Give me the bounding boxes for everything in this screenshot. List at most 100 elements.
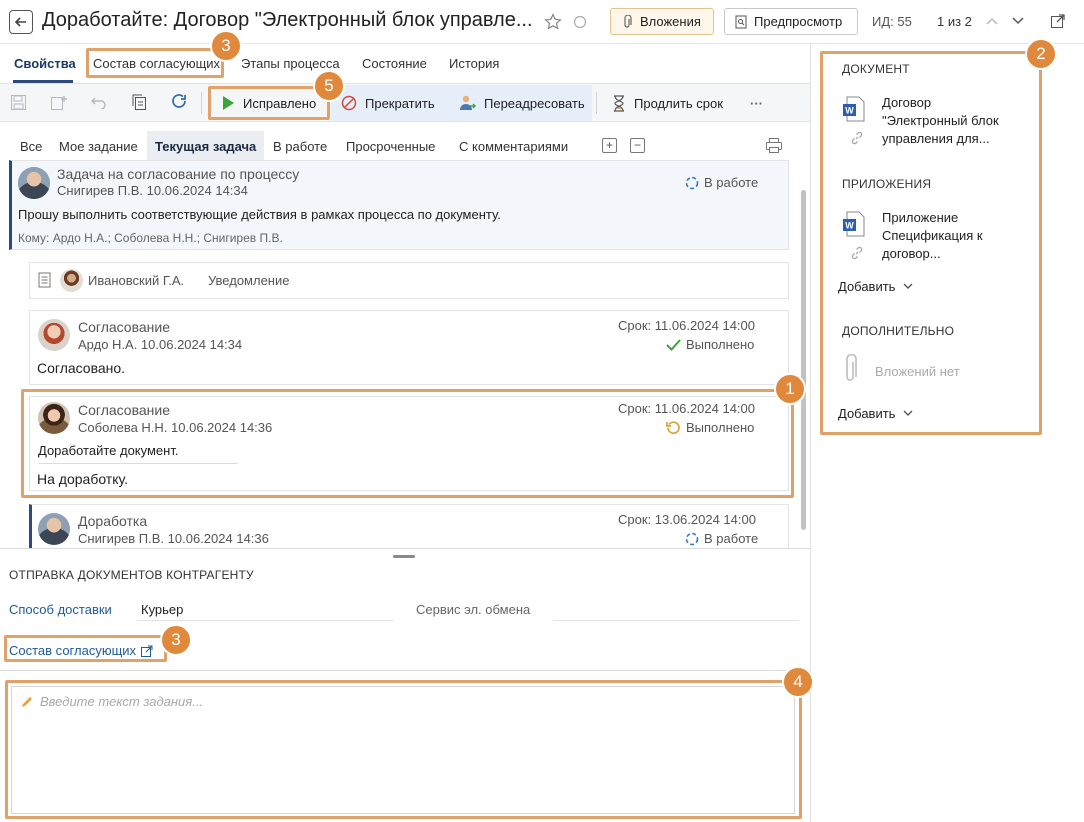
external-link-icon xyxy=(141,645,153,657)
record-id: ИД: 55 xyxy=(872,14,912,29)
approval-status-label: Выполнено xyxy=(686,337,755,352)
approval-quote: Доработайте документ. xyxy=(38,443,179,458)
rework-author-date: Снигирев П.В. 10.06.2024 14:36 xyxy=(78,531,269,546)
forward-button[interactable]: Переадресовать xyxy=(450,86,593,120)
approval-title: Согласование xyxy=(78,319,170,335)
chevron-up-icon[interactable] xyxy=(985,15,999,27)
callout-badge: 5 xyxy=(313,70,345,102)
open-window-icon[interactable] xyxy=(1050,13,1066,29)
filter-all[interactable]: Все xyxy=(12,131,50,161)
save-copy-icon[interactable] xyxy=(50,94,68,111)
add-attachment-label: Добавить xyxy=(838,279,896,294)
splitter xyxy=(0,548,810,549)
back-button[interactable] xyxy=(9,10,33,34)
collapse-all-button[interactable]: − xyxy=(630,138,645,153)
circle-status-icon[interactable] xyxy=(573,15,587,29)
tab-approvers[interactable]: Состав согласующих xyxy=(93,56,220,71)
no-attachments-text: Вложений нет xyxy=(875,364,960,379)
filter-with-comments[interactable]: С комментариями xyxy=(451,131,576,161)
stop-button[interactable]: Прекратить xyxy=(333,86,443,120)
header: Доработайте: Договор "Электронный блок у… xyxy=(0,0,1084,44)
user-forward-icon xyxy=(460,95,476,110)
filter-current-task[interactable]: Текущая задача xyxy=(147,131,265,161)
splitter-handle[interactable] xyxy=(393,555,415,558)
toolbar-separator xyxy=(596,92,597,114)
attachment-name-line: Приложение xyxy=(882,210,959,225)
print-icon[interactable] xyxy=(765,137,783,154)
approval-author-date: Соболева Н.Н. 10.06.2024 14:36 xyxy=(78,420,273,435)
tab-properties[interactable]: Свойства xyxy=(14,56,76,71)
play-icon xyxy=(223,96,234,110)
pager-text: 1 из 2 xyxy=(937,14,972,29)
in-progress-icon xyxy=(685,176,699,189)
document-name-line: управления для... xyxy=(882,131,990,146)
attachment-name[interactable]: Приложение Спецификация к договор... xyxy=(882,209,1022,263)
extend-deadline-button[interactable]: Продлить срок xyxy=(604,86,731,120)
callout-badge: 2 xyxy=(1025,38,1057,70)
star-icon[interactable] xyxy=(544,13,562,31)
avatar xyxy=(18,167,50,199)
approvers-link-label: Состав согласующих xyxy=(9,643,137,658)
approval-status: Выполнено xyxy=(666,420,754,435)
check-icon xyxy=(666,339,681,351)
add-extra-button[interactable]: Добавить xyxy=(838,406,913,421)
filter-overdue[interactable]: Просроченные xyxy=(338,131,443,161)
task-recipients: Кому: Ардо Н.А.; Соболева Н.Н.; Снигирев… xyxy=(18,231,283,245)
extra-section-title: ДОПОЛНИТЕЛЬНО xyxy=(842,324,955,338)
stop-icon xyxy=(341,95,357,111)
add-extra-label: Добавить xyxy=(838,406,896,421)
task-text: Прошу выполнить соответствующие действия… xyxy=(18,207,501,222)
chevron-down-icon[interactable] xyxy=(1011,15,1025,27)
approvers-link[interactable]: Состав согласующих xyxy=(9,643,153,658)
attachment-name-line: Спецификация к xyxy=(882,228,983,243)
task-placeholder-text: Введите текст задания... xyxy=(40,694,204,709)
callout-badge: 1 xyxy=(774,373,806,405)
filter-my-task[interactable]: Мое задание xyxy=(51,131,146,161)
in-progress-icon xyxy=(685,532,699,545)
preview-button[interactable]: Предпросмотр xyxy=(724,8,858,35)
document-icon xyxy=(38,272,51,288)
delivery-field-line xyxy=(137,620,393,621)
approval-author-date: Ардо Н.А. 10.06.2024 14:34 xyxy=(78,337,243,352)
word-document-icon[interactable]: W xyxy=(843,96,865,122)
save-icon[interactable] xyxy=(10,94,27,111)
avatar xyxy=(38,319,70,351)
attachments-button[interactable]: Вложения xyxy=(610,8,714,35)
expand-all-button[interactable]: + xyxy=(602,138,617,153)
tab-process-stages[interactable]: Этапы процесса xyxy=(241,56,340,71)
delivery-method-label: Способ доставки xyxy=(9,602,112,617)
return-icon xyxy=(666,421,680,434)
more-button[interactable]: ··· xyxy=(742,86,771,120)
tab-history[interactable]: История xyxy=(449,56,499,71)
refresh-icon[interactable] xyxy=(170,93,188,111)
approval-status-label: Выполнено xyxy=(686,420,755,435)
avatar xyxy=(60,269,83,292)
forward-label: Переадресовать xyxy=(484,95,585,111)
callout-badge: 3 xyxy=(160,624,192,656)
task-status: В работе xyxy=(685,175,758,190)
fixed-button[interactable]: Исправлено xyxy=(213,86,329,120)
avatar xyxy=(38,513,70,545)
avatar xyxy=(38,402,70,434)
task-status-label: В работе xyxy=(704,175,759,190)
link-icon xyxy=(851,246,863,260)
stop-label: Прекратить xyxy=(365,95,435,111)
undo-icon[interactable] xyxy=(90,95,108,109)
tab-state[interactable]: Состояние xyxy=(362,56,427,71)
delivery-method-value[interactable]: Курьер xyxy=(141,602,183,617)
paperclip-icon xyxy=(846,354,857,381)
word-document-icon[interactable]: W xyxy=(843,211,865,237)
document-name[interactable]: Договор "Электронный блок управления для… xyxy=(882,94,1022,148)
add-attachment-button[interactable]: Добавить xyxy=(838,279,913,294)
approval-due: Срок: 11.06.2024 14:00 xyxy=(618,318,756,333)
link-icon xyxy=(851,131,863,145)
quote-divider xyxy=(38,463,238,464)
exchange-service-label: Сервис эл. обмена xyxy=(416,602,531,617)
task-author-date: Снигирев П.В. 10.06.2024 14:34 xyxy=(57,183,248,198)
copy-icon[interactable] xyxy=(131,93,147,111)
notice-type: Уведомление xyxy=(208,273,290,288)
exchange-service-field[interactable] xyxy=(553,620,799,621)
filter-in-work[interactable]: В работе xyxy=(265,131,335,161)
feed-scrollbar[interactable] xyxy=(801,190,806,530)
svg-text:W: W xyxy=(845,221,854,231)
